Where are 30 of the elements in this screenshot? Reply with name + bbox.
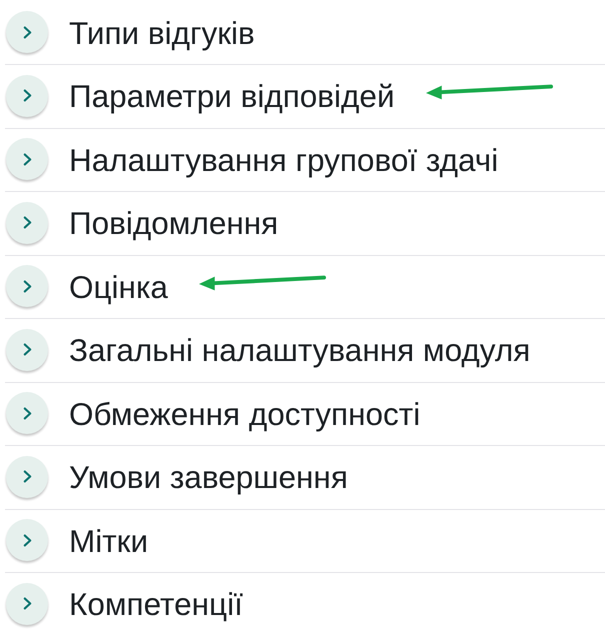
expand-toggle[interactable] <box>6 582 48 625</box>
chevron-icon <box>22 597 32 610</box>
section-title[interactable]: Налаштування групової здачі <box>69 142 498 178</box>
expand-toggle[interactable] <box>6 202 48 244</box>
chevron-icon <box>22 26 32 39</box>
chevron-icon <box>22 534 32 547</box>
expand-toggle[interactable] <box>6 456 48 498</box>
section-title[interactable]: Загальні налаштування модуля <box>69 332 530 368</box>
expand-toggle[interactable] <box>6 392 48 434</box>
chevron-icon <box>22 152 32 166</box>
chevron-icon <box>22 89 32 102</box>
section-title[interactable]: Мітки <box>69 522 148 559</box>
chevron-icon <box>22 406 32 420</box>
expand-toggle[interactable] <box>6 519 48 562</box>
chevron-icon <box>22 470 32 484</box>
expand-toggle[interactable] <box>6 138 48 180</box>
section-title[interactable]: Оцінка <box>69 268 168 305</box>
section-title[interactable]: Параметри відповідей <box>69 78 395 114</box>
expand-toggle[interactable] <box>6 328 48 371</box>
expand-toggle[interactable] <box>6 265 48 308</box>
chevron-icon <box>22 343 32 356</box>
section-title[interactable]: Обмеження доступності <box>69 396 420 432</box>
section-title[interactable]: Типи відгуків <box>69 14 255 51</box>
chevron-icon <box>22 280 32 293</box>
section-title[interactable]: Умови завершення <box>69 459 348 496</box>
section-title[interactable]: Компетенції <box>69 586 243 622</box>
section-title[interactable]: Повідомлення <box>69 205 278 242</box>
expand-toggle[interactable] <box>6 74 48 117</box>
expand-toggle[interactable] <box>6 11 48 54</box>
chevron-icon <box>22 216 32 230</box>
